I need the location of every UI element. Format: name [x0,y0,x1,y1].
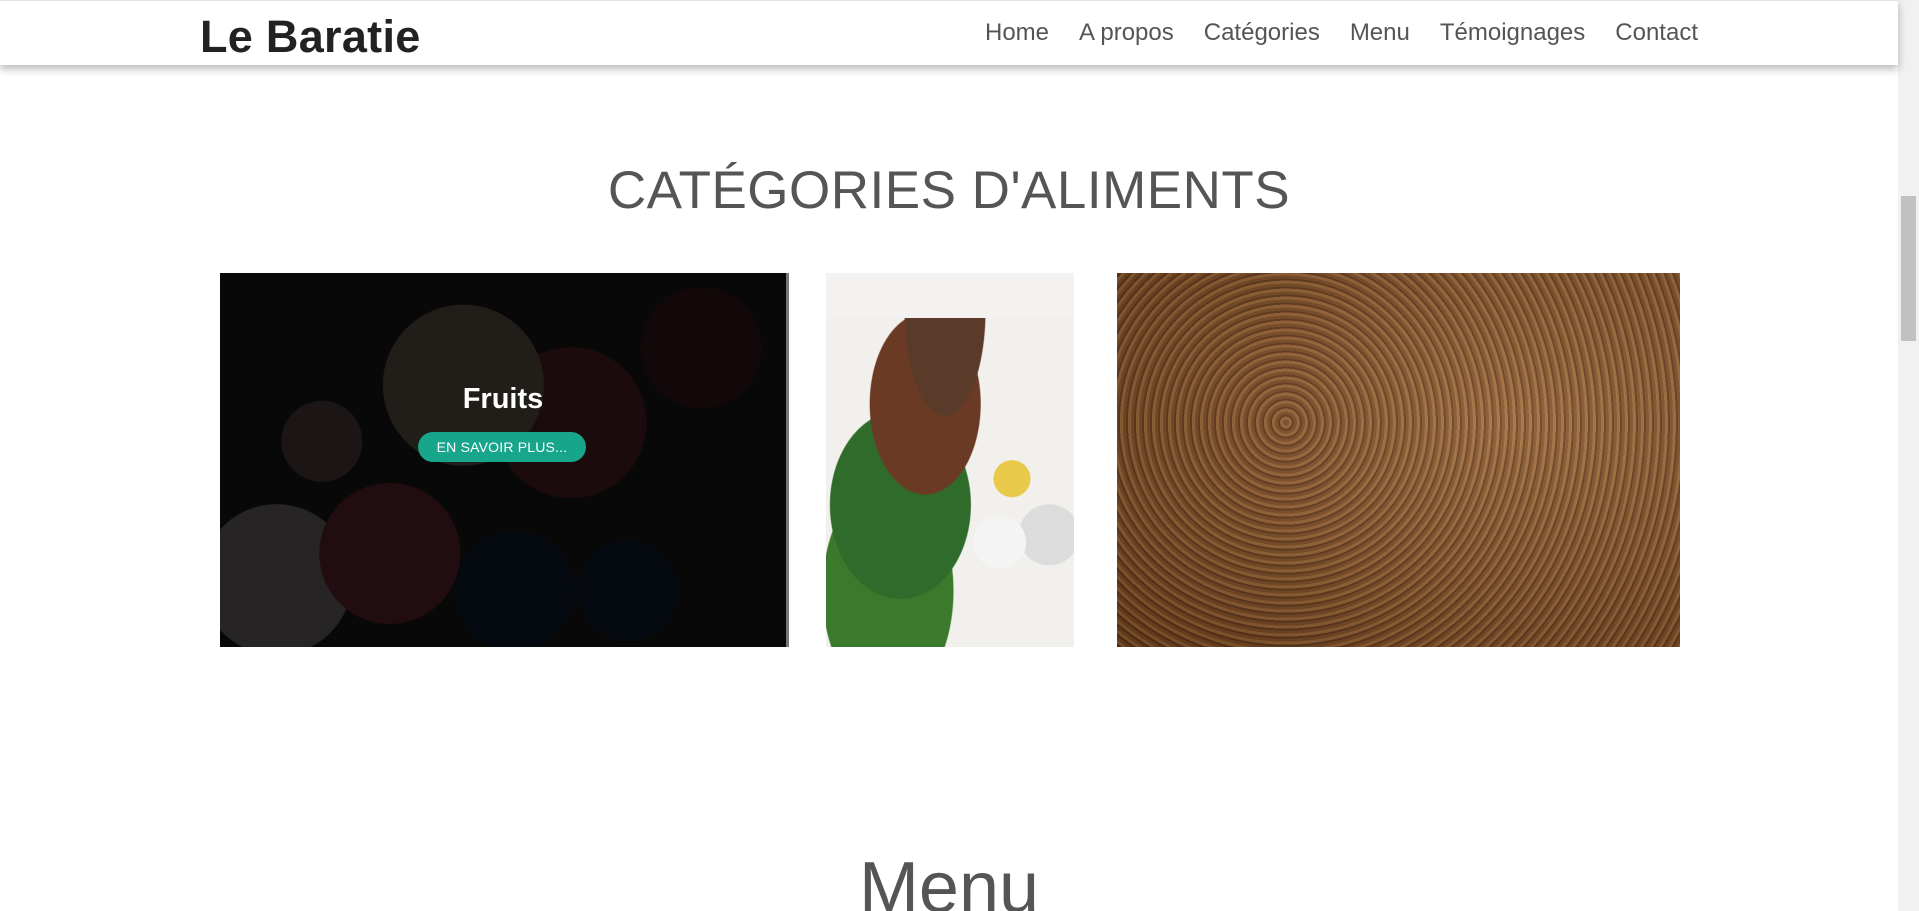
nav-link-categories[interactable]: Catégories [1204,19,1320,47]
brand-logo[interactable]: Le Baratie [200,11,421,63]
category-card-vegetables-image[interactable] [826,273,1074,647]
nav-link-contact[interactable]: Contact [1615,19,1698,47]
menu-section-title: Menu [858,848,1040,911]
learn-more-button[interactable]: EN SAVOIR PLUS... [418,432,586,462]
page-scrollbar[interactable] [1898,0,1919,911]
categories-section-title: CATÉGORIES D'ALIMENTS [607,161,1291,220]
navbar: Le Baratie Home A propos Catégories Menu… [0,0,1898,65]
image-shade [1117,273,1680,647]
nav-link-home[interactable]: Home [985,19,1049,47]
card-title: Fruits [462,383,544,415]
nav-link-menu[interactable]: Menu [1350,19,1410,47]
nav-link-temoignages[interactable]: Témoignages [1440,19,1585,47]
scrollbar-thumb[interactable] [1901,196,1916,341]
nav-link-a-propos[interactable]: A propos [1079,19,1174,47]
category-card-fruits[interactable]: Fruits EN SAVOIR PLUS... [220,273,789,647]
category-card-grains-image[interactable] [1117,273,1680,647]
nav-links: Home A propos Catégories Menu Témoignage… [955,19,1698,47]
page: Le Baratie Home A propos Catégories Menu… [0,0,1919,911]
